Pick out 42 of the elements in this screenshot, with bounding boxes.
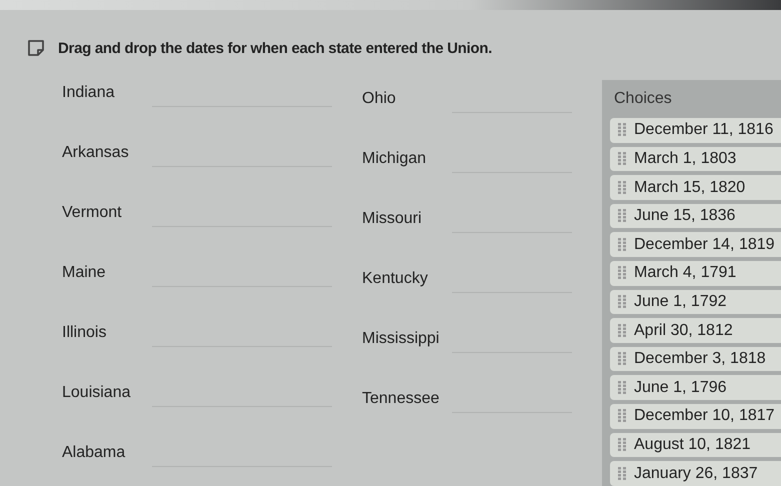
date-choice[interactable]: December 14, 1819: [610, 232, 781, 258]
date-choice[interactable]: June 1, 1792: [610, 290, 781, 314]
choices-title: Choices: [613, 89, 673, 109]
bookmark-icon[interactable]: [26, 38, 46, 58]
state-label: Maine: [62, 263, 107, 282]
state-label: Indiana: [62, 83, 116, 102]
date-choice[interactable]: December 10, 1817: [610, 404, 781, 429]
date-choice[interactable]: December 11, 1816: [610, 118, 781, 143]
date-choice[interactable]: April 30, 1812: [610, 318, 781, 343]
date-choice[interactable]: June 15, 1836: [610, 204, 781, 228]
drag-handle-icon: [618, 123, 626, 138]
drag-handle-icon: [618, 238, 626, 252]
drag-handle-icon: [618, 352, 626, 366]
drag-handle-icon: [618, 324, 626, 338]
drag-handle-icon: [618, 380, 626, 395]
date-choice[interactable]: June 1, 1796: [610, 375, 781, 400]
drag-handle-icon: [618, 266, 626, 280]
date-choice[interactable]: January 26, 1837: [610, 461, 781, 486]
state-label: Tennessee: [362, 389, 440, 408]
state-label: Michigan: [362, 149, 428, 168]
drag-handle-icon: [618, 209, 626, 224]
state-label: Illinois: [62, 323, 108, 342]
state-label: Vermont: [62, 203, 123, 222]
date-choice[interactable]: August 10, 1821: [610, 432, 781, 458]
date-choice[interactable]: December 3, 1818: [610, 346, 781, 372]
state-label: Missouri: [362, 209, 423, 228]
date-choice[interactable]: March 4, 1791: [610, 261, 781, 286]
state-label: Ohio: [362, 89, 397, 108]
drag-handle-icon: [618, 466, 626, 481]
drag-handle-icon: [618, 438, 626, 452]
drag-handle-icon: [618, 409, 626, 424]
state-label: Louisiana: [62, 383, 132, 402]
drag-handle-icon: [618, 180, 626, 195]
state-label: Mississippi: [362, 329, 440, 348]
date-choice[interactable]: March 15, 1820: [610, 175, 781, 200]
drag-handle-icon: [618, 294, 626, 309]
state-label: Alabama: [62, 443, 126, 462]
state-label: Arkansas: [62, 143, 130, 162]
date-choice[interactable]: March 1, 1803: [610, 146, 781, 172]
drag-handle-icon: [618, 152, 626, 166]
state-label: Kentucky: [362, 269, 429, 288]
question-text: Drag and drop the dates for when each state entered the Union.: [58, 40, 492, 56]
